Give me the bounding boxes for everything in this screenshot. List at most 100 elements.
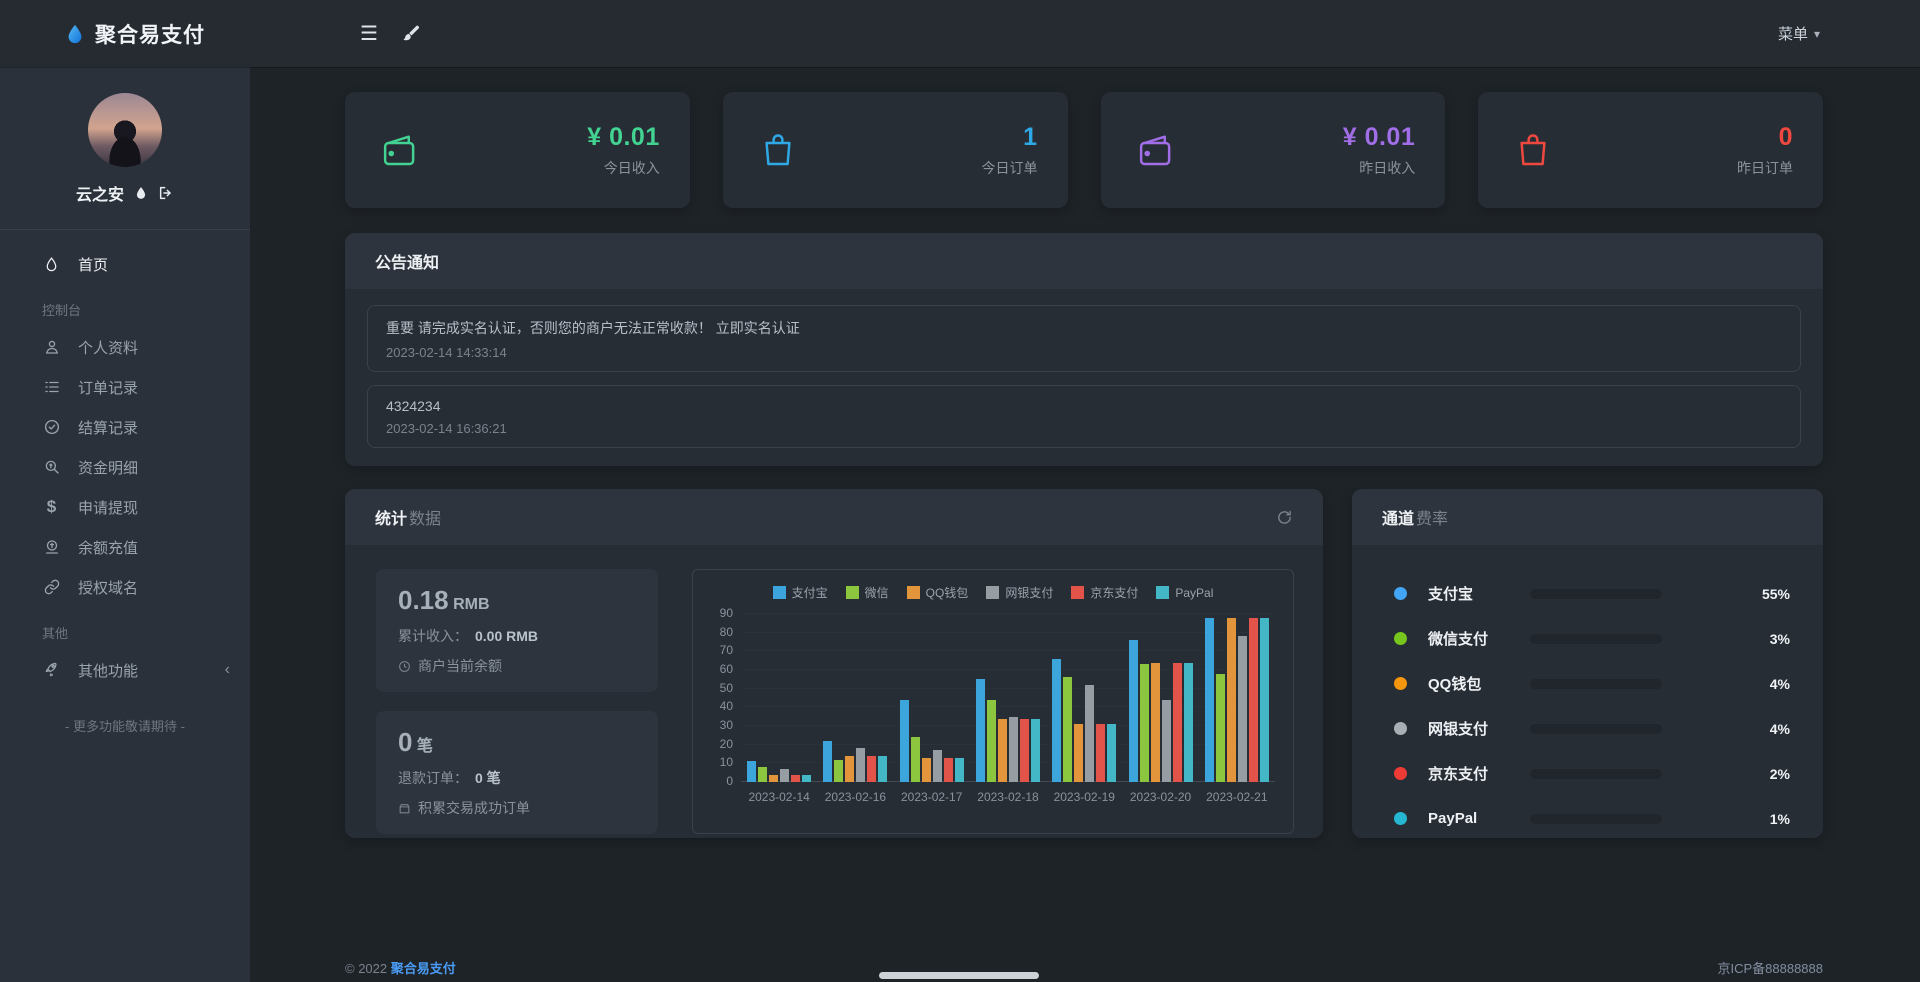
menu-dropdown[interactable]: 菜单 ▾: [1778, 23, 1920, 44]
bar-微信[interactable]: [1140, 664, 1149, 782]
bar-支付宝[interactable]: [823, 741, 832, 782]
sidebar-item-orders[interactable]: 订单记录: [0, 367, 250, 407]
channel-dot-icon: [1394, 767, 1407, 780]
footer-brand-link[interactable]: 聚合易支付: [391, 961, 456, 976]
bar-支付宝[interactable]: [747, 761, 756, 782]
sidebar-item-withdraw[interactable]: $ 申请提现: [0, 487, 250, 527]
announcement-item[interactable]: 43242342023-02-14 16:36:21: [367, 385, 1801, 448]
bar-网银支付[interactable]: [1085, 685, 1094, 782]
bar-支付宝[interactable]: [1205, 618, 1214, 782]
bar-PayPal[interactable]: [1031, 719, 1040, 782]
bar-支付宝[interactable]: [1052, 659, 1061, 782]
bar-QQ钱包[interactable]: [1227, 618, 1236, 782]
bar-微信[interactable]: [1063, 677, 1072, 782]
sidebar-item-funds[interactable]: 资金明细: [0, 447, 250, 487]
channel-progress-bar: [1530, 769, 1662, 779]
bar-QQ钱包[interactable]: [769, 775, 778, 782]
bar-group: [1046, 614, 1122, 782]
sidebar-item-other-features[interactable]: 其他功能 ‹: [0, 650, 250, 690]
bar-京东支付[interactable]: [1173, 663, 1182, 782]
bar-京东支付[interactable]: [1096, 724, 1105, 782]
bar-支付宝[interactable]: [900, 700, 909, 782]
legend-item[interactable]: PayPal: [1156, 584, 1213, 601]
bar-网银支付[interactable]: [856, 748, 865, 782]
channel-name: 网银支付: [1428, 718, 1530, 739]
legend-item[interactable]: 京东支付: [1071, 584, 1138, 601]
bar-QQ钱包[interactable]: [845, 756, 854, 782]
bar-网银支付[interactable]: [933, 750, 942, 782]
water-drop-logo-icon: [64, 23, 86, 45]
announcement-item[interactable]: 重要 请完成实名认证，否则您的商户无法正常收款！ 立即实名认证2023-02-1…: [367, 305, 1801, 372]
stat-label: 今日收入: [587, 158, 660, 178]
legend-item[interactable]: QQ钱包: [907, 584, 969, 601]
channel-dot-icon: [1394, 587, 1407, 600]
legend-item[interactable]: 微信: [846, 584, 889, 601]
bar-QQ钱包[interactable]: [1074, 724, 1083, 782]
brand[interactable]: 聚合易支付: [0, 19, 250, 49]
brush-icon: [402, 24, 421, 43]
bar-微信[interactable]: [911, 737, 920, 782]
announcement-text: 重要 请完成实名认证，否则您的商户无法正常收款！ 立即实名认证: [386, 318, 1782, 338]
channel-name: 京东支付: [1428, 763, 1530, 784]
stat-card-today-income: ¥ 0.01 今日收入: [345, 92, 690, 208]
channel-rate-list: 支付宝55%微信支付3%QQ钱包4%网银支付4%京东支付2%PayPal1%: [1352, 545, 1823, 838]
sidebar: 云之安 首页 控制台 个人资料: [0, 67, 250, 982]
bar-网银支付[interactable]: [780, 769, 789, 782]
y-tick-label: 90: [720, 606, 733, 620]
bar-PayPal[interactable]: [1107, 724, 1116, 782]
bar-group: [1199, 614, 1275, 782]
horizontal-scrollbar[interactable]: [879, 972, 1039, 979]
stat-value: 1: [982, 123, 1038, 152]
bar-京东支付[interactable]: [791, 775, 800, 782]
refresh-button[interactable]: [1276, 509, 1293, 526]
bar-网银支付[interactable]: [1162, 700, 1171, 782]
bar-京东支付[interactable]: [867, 756, 876, 782]
bar-支付宝[interactable]: [976, 679, 985, 782]
bar-PayPal[interactable]: [1184, 663, 1193, 782]
bar-QQ钱包[interactable]: [1151, 663, 1160, 782]
bar-QQ钱包[interactable]: [922, 758, 931, 782]
theme-brush-button[interactable]: [402, 24, 421, 43]
bar-PayPal[interactable]: [802, 775, 811, 782]
stat-label: 昨日订单: [1737, 158, 1793, 178]
legend-item[interactable]: 网银支付: [986, 584, 1053, 601]
y-tick-label: 40: [720, 699, 733, 713]
sidebar-item-profile[interactable]: 个人资料: [0, 327, 250, 367]
chart-y-axis: 0102030405060708090: [711, 614, 741, 782]
bar-支付宝[interactable]: [1129, 640, 1138, 782]
sidebar-toggle-button[interactable]: ☰: [360, 24, 378, 44]
channel-rates-panel: 通道 费率 支付宝55%微信支付3%QQ钱包4%网银支付4%京东支付2%PayP…: [1352, 489, 1823, 838]
channel-progress-bar: [1530, 634, 1662, 644]
bar-PayPal[interactable]: [955, 758, 964, 782]
bar-网银支付[interactable]: [1238, 636, 1247, 782]
bar-网银支付[interactable]: [1009, 717, 1018, 782]
avatar[interactable]: [88, 93, 162, 167]
bar-QQ钱包[interactable]: [998, 719, 1007, 782]
bar-京东支付[interactable]: [944, 758, 953, 782]
legend-item[interactable]: 支付宝: [773, 584, 828, 601]
stat-label: 昨日收入: [1343, 158, 1416, 178]
bar-微信[interactable]: [987, 700, 996, 782]
channel-progress-bar: [1530, 724, 1662, 734]
bar-微信[interactable]: [834, 760, 843, 782]
logout-icon[interactable]: [158, 185, 174, 201]
y-tick-label: 0: [726, 774, 733, 788]
bar-京东支付[interactable]: [1249, 618, 1258, 782]
channel-row: 支付宝55%: [1394, 571, 1790, 616]
channel-row: 微信支付3%: [1394, 616, 1790, 661]
water-drop-icon[interactable]: [134, 186, 148, 200]
bar-PayPal[interactable]: [1260, 618, 1269, 782]
clock-icon: [398, 660, 411, 673]
bar-微信[interactable]: [1216, 674, 1225, 782]
x-tick-label: 2023-02-16: [817, 790, 893, 804]
sidebar-item-settlements[interactable]: 结算记录: [0, 407, 250, 447]
sidebar-item-home[interactable]: 首页: [0, 244, 250, 284]
bar-微信[interactable]: [758, 767, 767, 782]
dollar-icon: $: [42, 497, 61, 517]
sidebar-item-recharge[interactable]: 余额充值: [0, 527, 250, 567]
sidebar-item-domains[interactable]: 授权域名: [0, 567, 250, 607]
shopping-bag-icon: [757, 129, 799, 171]
bar-京东支付[interactable]: [1020, 719, 1029, 782]
bar-PayPal[interactable]: [878, 756, 887, 782]
channel-name: 支付宝: [1428, 583, 1530, 604]
